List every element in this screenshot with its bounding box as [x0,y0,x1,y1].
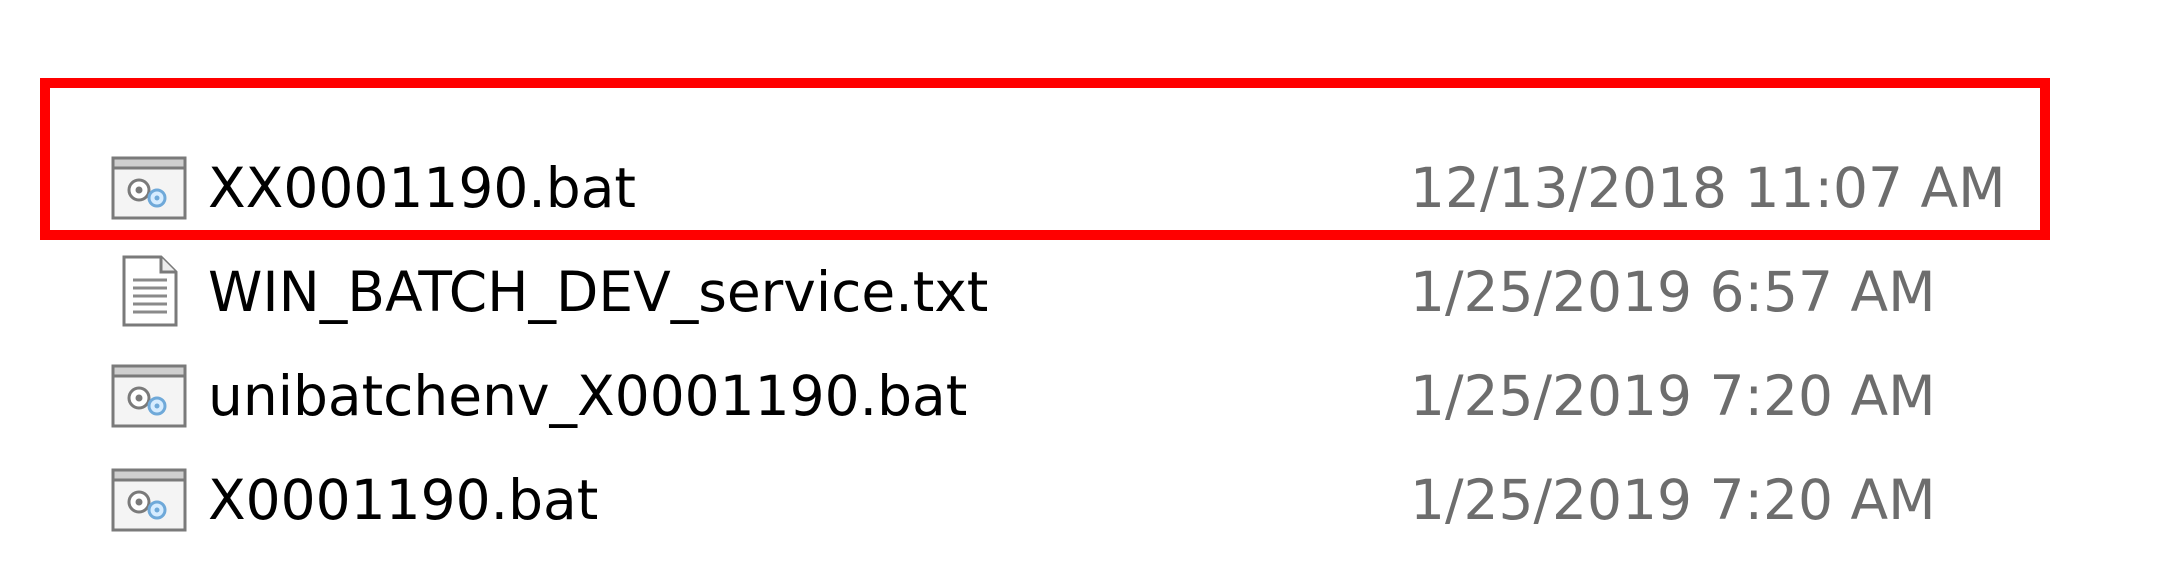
file-date-modified: 12/13/2018 11:07 AM [1410,156,2006,220]
batch-file-icon [111,468,187,532]
file-date-modified: 1/25/2019 7:20 AM [1410,468,1936,532]
file-row-x0001190-bat[interactable]: X0001190.bat 1/25/2019 7:20 AM [0,450,2178,554]
file-name[interactable]: unibatchenv_X0001190.bat [208,360,967,432]
file-list: XX0001190.bat 12/13/2018 11:07 AM WIN_BA… [0,138,2178,554]
file-name[interactable]: XX0001190.bat [208,152,636,224]
file-date-modified: 1/25/2019 6:57 AM [1410,260,1936,324]
file-row-win-batch-dev-service-txt[interactable]: WIN_BATCH_DEV_service.txt 1/25/2019 6:57… [0,242,2178,346]
batch-file-icon [111,364,187,428]
file-row-unibatchenv-x0001190-bat[interactable]: unibatchenv_X0001190.bat 1/25/2019 7:20 … [0,346,2178,450]
batch-file-icon [111,156,187,220]
text-file-icon [121,254,179,328]
file-name[interactable]: WIN_BATCH_DEV_service.txt [208,256,988,328]
file-date-modified: 1/25/2019 7:20 AM [1410,364,1936,428]
file-row-xx0001190-bat[interactable]: XX0001190.bat 12/13/2018 11:07 AM [0,138,2178,242]
file-name[interactable]: X0001190.bat [208,464,598,536]
